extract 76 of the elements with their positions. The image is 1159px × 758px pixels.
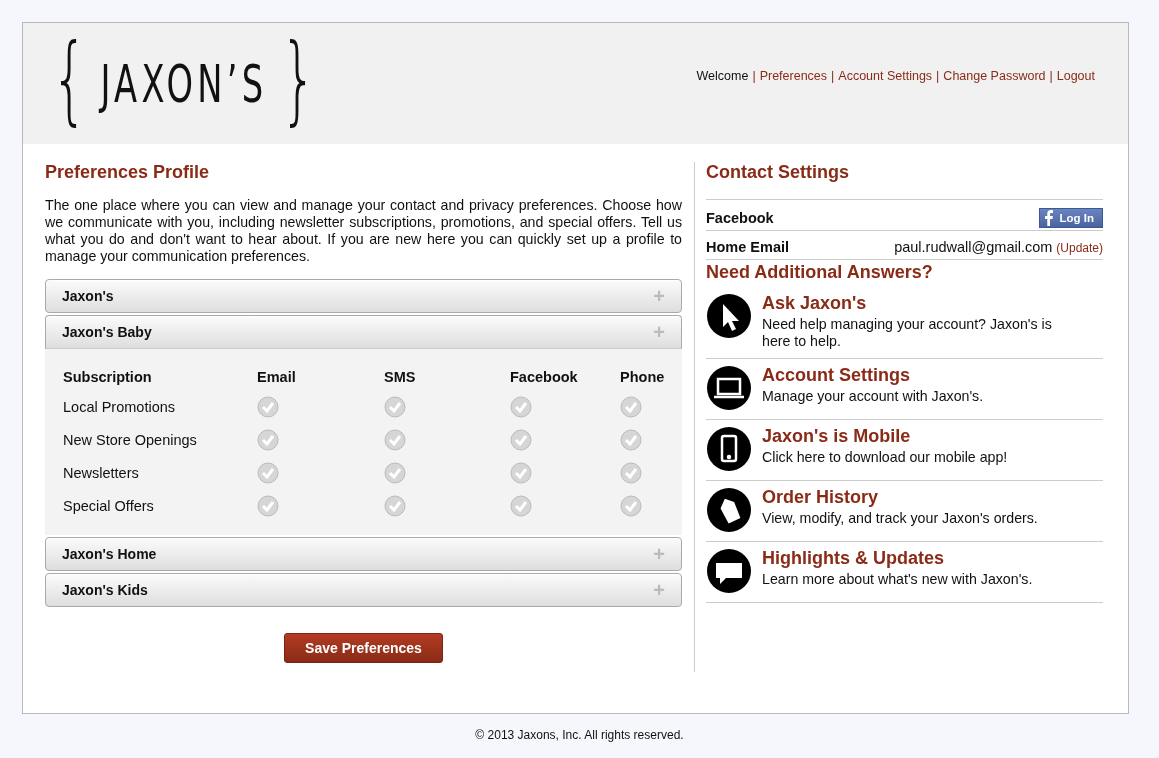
field-label: Facebook: [706, 210, 774, 226]
section-title: Preferences Profile: [45, 162, 211, 183]
check-toggle[interactable]: [384, 462, 406, 484]
logo-brace: }: [280, 30, 317, 127]
help-link[interactable]: Jaxon's is Mobile: [762, 426, 1008, 447]
column-header: Email: [257, 369, 297, 385]
help-description: Manage your account with Jaxon's.: [762, 388, 984, 405]
laptop-icon: [706, 365, 752, 411]
check-toggle[interactable]: [257, 495, 279, 517]
welcome-text: Welcome: [696, 68, 749, 83]
help-description: Click here to download our mobile app!: [762, 449, 1008, 466]
check-toggle[interactable]: [620, 429, 642, 451]
accordion-title: Jaxon's: [62, 288, 114, 304]
nav-link[interactable]: Preferences: [759, 68, 828, 83]
plus-icon: +: [653, 284, 665, 308]
facebook-icon: [1043, 210, 1054, 226]
help-description: Need help managing your account? Jaxon's is here to help.: [762, 316, 1053, 350]
email-value: paul.rudwall@gmail.com: [894, 239, 1053, 255]
column-header: Facebook: [510, 369, 579, 385]
logo-brace: {: [51, 30, 88, 127]
column-header: SMS: [384, 369, 417, 385]
mobile-phone-icon: [706, 426, 752, 472]
subscription-label: Newsletters: [63, 465, 140, 481]
section-title: Contact Settings: [706, 162, 850, 183]
speech-bubble-icon: [706, 548, 752, 594]
check-toggle[interactable]: [384, 429, 406, 451]
accordion-header[interactable]: Jaxon's Home +: [45, 537, 682, 571]
tag-icon: [706, 487, 752, 533]
section-title: Need Additional Answers?: [706, 262, 934, 283]
subscription-label: Special Offers: [63, 498, 155, 514]
cursor-icon: [706, 293, 752, 339]
accordion-title: Jaxon's Home: [62, 546, 157, 562]
subscription-label: Local Promotions: [63, 399, 177, 415]
nav-separator: |: [1049, 68, 1053, 83]
help-description: Learn more about what's new with Jaxon's.: [762, 571, 1033, 588]
check-toggle[interactable]: [510, 429, 532, 451]
nav-separator: |: [831, 68, 835, 83]
facebook-login-button[interactable]: Log In: [1038, 208, 1103, 228]
nav-link[interactable]: Account Settings: [838, 68, 933, 83]
accordion-title: Jaxon's Baby: [62, 324, 152, 340]
accordion-header[interactable]: Jaxon's Kids +: [45, 573, 682, 607]
update-link[interactable]: (Update): [1056, 241, 1103, 255]
column-header: Phone: [620, 369, 665, 385]
help-link[interactable]: Ask Jaxon's: [762, 293, 1082, 314]
check-toggle[interactable]: [257, 429, 279, 451]
help-description: View, modify, and track your Jaxon's orders.: [762, 510, 1038, 527]
copyright-text: © 2013 Jaxons, Inc. All rights reserved.: [474, 728, 685, 742]
nav-separator: |: [936, 68, 940, 83]
plus-icon: +: [653, 320, 665, 344]
check-toggle[interactable]: [384, 495, 406, 517]
check-toggle[interactable]: [510, 495, 532, 517]
check-toggle[interactable]: [620, 462, 642, 484]
check-toggle[interactable]: [384, 396, 406, 418]
accordion-title: Jaxon's Kids: [62, 582, 148, 598]
column-header: Subscription: [63, 369, 153, 385]
subscription-label: New Store Openings: [63, 432, 198, 448]
check-toggle[interactable]: [620, 396, 642, 418]
intro-paragraph: The one place where you can view and manage your contact and privacy preferences. Choose how we communicate with you, including newsletter subscriptions, promotions, and special offers. Tell us what you do and don't want to hear about. If you are new here you can quickly set up a profile to manage your communication preferences.: [45, 197, 682, 265]
help-link[interactable]: Highlights & Updates: [762, 548, 1033, 569]
nav-link[interactable]: Logout: [1056, 68, 1095, 83]
field-label: Home Email: [706, 239, 789, 255]
check-toggle[interactable]: [257, 462, 279, 484]
nav-separator: |: [752, 68, 756, 83]
check-toggle[interactable]: [510, 462, 532, 484]
nav-link[interactable]: Change Password: [943, 68, 1046, 83]
plus-icon: +: [653, 578, 665, 602]
accordion-header[interactable]: Jaxon's +: [45, 279, 682, 313]
logo-text: JAXON’S: [100, 53, 268, 114]
check-toggle[interactable]: [620, 495, 642, 517]
help-link[interactable]: Order History: [762, 487, 1038, 508]
check-toggle[interactable]: [510, 396, 532, 418]
save-preferences-button[interactable]: Save Preferences: [284, 633, 443, 663]
accordion-header[interactable]: Jaxon's Baby +: [45, 315, 682, 349]
plus-icon: +: [653, 542, 665, 566]
help-link[interactable]: Account Settings: [762, 365, 984, 386]
check-toggle[interactable]: [257, 396, 279, 418]
